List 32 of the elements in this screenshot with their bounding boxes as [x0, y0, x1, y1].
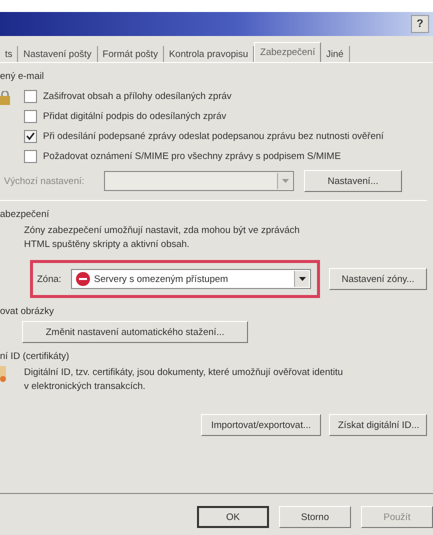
help-button[interactable]: ?: [411, 15, 429, 33]
zone-settings-button[interactable]: Nastavení zóny...: [329, 268, 427, 290]
group-heading: ovat obrázky: [0, 305, 55, 319]
description-text: Zóny zabezpečení umožňují nastavit, zda mohou být ve zprávách HTML spuštěny skripty a aktivní obsah.: [24, 224, 301, 252]
lock-icon: [0, 91, 10, 105]
checkbox[interactable]: [24, 90, 37, 102]
checkbox[interactable]: [24, 110, 37, 122]
zone-label: Zóna:: [36, 274, 62, 284]
description-text: Digitální ID, tzv. certifikáty, jsou dokumenty, které umožňují ověřovat identitu v elektronických transakcích.: [24, 366, 344, 394]
dialog-button[interactable]: Storno: [279, 506, 351, 528]
group-heading: abezpečení: [0, 208, 50, 222]
dialog-button[interactable]: OK: [197, 506, 269, 528]
group-heading: ní ID (certifikáty): [0, 350, 70, 364]
zone-dropdown[interactable]: Servery s omezeným přístupem: [71, 269, 311, 289]
checkbox[interactable]: [24, 150, 37, 162]
checkbox-label: Zašifrovat obsah a přílohy odesílaných zpráv: [43, 90, 232, 102]
checkbox-label: Požadovat oznámení S/MIME pro všechny zprávy s podpisem S/MIME: [43, 150, 341, 162]
settings-button[interactable]: Nastavení...: [304, 170, 402, 192]
checkbox[interactable]: [24, 130, 37, 142]
checkbox-label: Při odesílání podepsané zprávy odeslat podepsanou zprávu bez nutnosti ověření: [43, 130, 384, 142]
dropdown-arrow-icon: [282, 179, 288, 183]
checkbox-label: Přidat digitální podpis do odesílaných zpráv: [43, 110, 226, 122]
no-entry-icon: [76, 272, 90, 286]
dialog-action-button[interactable]: Importovat/exportovat...: [201, 414, 321, 436]
download-settings-button[interactable]: Změnit nastavení automatického stažení...: [22, 321, 248, 343]
dialog-action-button[interactable]: Získat digitální ID...: [329, 414, 427, 436]
tab[interactable]: Zabezpečení: [254, 42, 322, 62]
default-setting-label: Výchozí nastavení:: [3, 176, 86, 186]
dropdown-arrow-icon: [298, 277, 306, 281]
group-heading: ený e-mail: [0, 70, 45, 84]
default-setting-dropdown[interactable]: [104, 171, 294, 191]
certificate-icon: [0, 366, 6, 382]
